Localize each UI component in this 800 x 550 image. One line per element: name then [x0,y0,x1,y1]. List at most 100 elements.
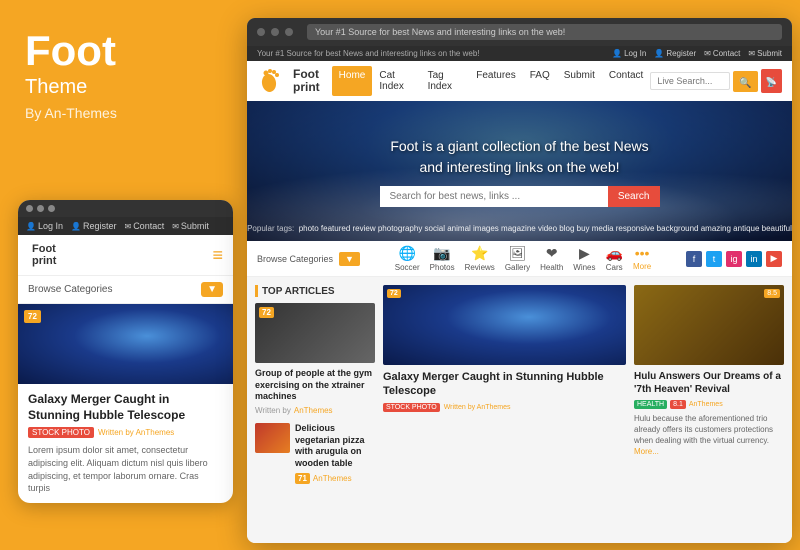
site-search: 🔍 📡 [650,69,782,93]
nav-cat-index[interactable]: Cat Index [372,66,420,96]
right-article-image: 8.5 [634,285,784,365]
desktop-topbar: Your #1 Source for best News and interes… [247,18,792,46]
cat-health[interactable]: ❤ Health [540,245,563,272]
hero-search-input[interactable] [380,186,608,207]
mobile-article-image: 72 [18,304,233,384]
desktop-mockup: Your #1 Source for best News and interes… [247,18,792,543]
cat-cars[interactable]: 🚗 Cars [606,245,623,272]
mobile-logo: Footprint [28,243,56,267]
mobile-article-meta: STOCK PHOTO Written by AnThemes [28,427,223,438]
cat-wines[interactable]: ▶ Wines [573,245,595,272]
middle-article-meta: STOCK PHOTO Written by AnThemes [383,403,626,412]
right-article-text: Hulu because the aforementioned trio alr… [634,413,784,447]
top-article-secondary-image [255,423,290,453]
rss-button[interactable]: 📡 [761,69,782,93]
brand-panel: Foot Theme By An-Themes 👤 Log In 👤 Regis… [0,0,240,550]
mobile-dot-2 [37,205,44,212]
brand-by: By An-Themes [25,105,215,121]
cat-soccer[interactable]: 🌐 Soccer [395,245,420,272]
right-column: 8.5 Hulu Answers Our Dreams of a '7th He… [634,285,784,536]
desktop-address-bar: Your #1 Source for best News and interes… [307,24,782,40]
mobile-topbar [18,200,233,217]
right-article-badge: 8.5 [764,289,780,298]
youtube-icon[interactable]: ▶ [766,251,782,267]
nav-contact[interactable]: Contact [602,66,650,96]
rss-icon: 📡 [766,77,777,87]
top-article-main[interactable]: 72 Group of people at the gym exercising… [255,303,375,415]
site-link-contact[interactable]: ✉ Contact [704,49,740,58]
content-area: TOP ARTICLES 72 Group of people at the g… [247,277,792,543]
top-article-main-badge: 72 [259,307,274,318]
cat-bar-left: Browse Categories ▼ [257,252,360,266]
mobile-dot-3 [48,205,55,212]
twitter-icon[interactable]: t [706,251,722,267]
hero-tags-links: photo featured review photography social… [299,224,792,233]
top-article-secondary-meta: 71 AnThemes [295,473,375,484]
middle-article-title: Galaxy Merger Caught in Stunning Hubble … [383,370,626,399]
mobile-logo-text: Footprint [32,243,56,267]
middle-article-badge: 72 [387,289,401,298]
site-navigation: Footprint Home Cat Index Tag Index Featu… [247,61,792,101]
top-articles-section: TOP ARTICLES 72 Group of people at the g… [255,285,375,536]
site-search-input[interactable] [650,72,730,90]
hero-tags: Popular tags: photo featured review phot… [247,218,792,236]
cat-more[interactable]: ••• More [633,245,651,272]
mobile-browse-label: Browse Categories [28,284,112,295]
mobile-nav-contact[interactable]: ✉ Contact [124,221,164,231]
mobile-article-title: Galaxy Merger Caught in Stunning Hubble … [28,392,223,423]
mobile-browse-button[interactable]: ▼ [201,282,223,297]
site-search-button[interactable]: 🔍 [733,71,757,92]
nav-faq[interactable]: FAQ [523,66,557,96]
site-logo-text: Footprint [293,68,320,94]
middle-article-tag: STOCK PHOTO [383,403,440,412]
nav-home[interactable]: Home [332,66,373,96]
site-link-register[interactable]: 👤 Register [654,49,696,58]
right-article-more[interactable]: More... [634,447,784,456]
middle-article-image: 72 [383,285,626,365]
site-header-top: Your #1 Source for best News and interes… [247,46,792,61]
nav-submit[interactable]: Submit [557,66,602,96]
hero-text: Foot is a giant collection of the best N… [390,136,648,178]
mobile-article-badge: 72 [24,310,41,323]
mobile-nav: 👤 Log In 👤 Register ✉ Contact ✉ Submit [18,217,233,235]
top-article-secondary[interactable]: Delicious vegetarian pizza with arugula … [255,423,375,484]
hamburger-icon[interactable]: ≡ [212,245,223,266]
cat-photos[interactable]: 📷 Photos [430,245,455,272]
middle-column: 72 Galaxy Merger Caught in Stunning Hubb… [375,285,634,536]
top-article-secondary-title: Delicious vegetarian pizza with arugula … [295,423,375,470]
social-icons: f t ig in ▶ [686,251,782,267]
site-link-login[interactable]: 👤 Log In [612,49,646,58]
site-top-links: 👤 Log In 👤 Register ✉ Contact ✉ Submit [612,49,782,58]
top-article-main-meta: Written by AnThemes [255,406,375,415]
mobile-article-text: Lorem ipsum dolor sit amet, consectetur … [28,444,223,494]
mobile-dot-1 [26,205,33,212]
facebook-icon[interactable]: f [686,251,702,267]
hero-search: Search [380,186,660,207]
desktop-dot-1 [257,28,265,36]
category-icons: 🌐 Soccer 📷 Photos ⭐ Reviews 🖼 Gallery ❤ … [395,245,651,272]
mobile-nav-login[interactable]: 👤 Log In [26,221,63,231]
top-article-main-image: 72 [255,303,375,363]
site-nav-links: Home Cat Index Tag Index Features FAQ Su… [332,66,651,96]
site-link-submit[interactable]: ✉ Submit [748,49,782,58]
cat-browse-button[interactable]: ▼ [339,252,360,266]
mobile-article-tag: STOCK PHOTO [28,427,94,438]
linkedin-icon[interactable]: in [746,251,762,267]
right-tag-health: HEALTH [634,400,667,409]
right-article-author: AnThemes [689,401,723,408]
nav-tag-index[interactable]: Tag Index [421,66,470,96]
instagram-icon[interactable]: ig [726,251,742,267]
cat-gallery[interactable]: 🖼 Gallery [505,245,530,272]
cat-reviews[interactable]: ⭐ Reviews [465,245,495,272]
top-articles-header: TOP ARTICLES [255,285,375,297]
mobile-nav-register[interactable]: 👤 Register [71,221,116,231]
middle-article-written: Written by AnThemes [444,404,511,411]
hero-search-button[interactable]: Search [608,186,660,207]
desktop-dot-3 [285,28,293,36]
nav-features[interactable]: Features [469,66,522,96]
mobile-header: Footprint ≡ [18,235,233,276]
site-logo: Footprint [257,65,320,97]
site-logo-icon [257,65,289,97]
top-articles-title: TOP ARTICLES [262,286,335,297]
mobile-nav-submit[interactable]: ✉ Submit [172,221,209,231]
